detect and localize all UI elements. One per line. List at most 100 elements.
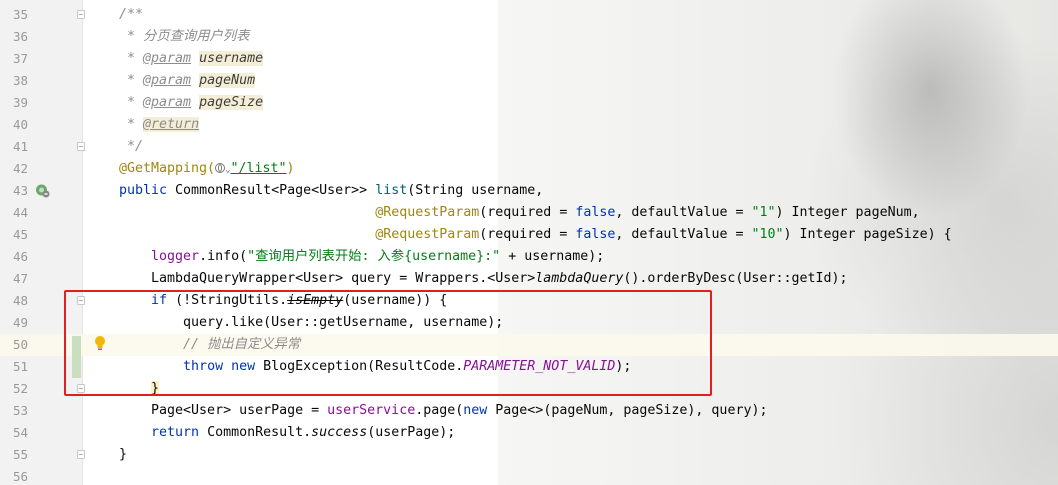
code-token: (required = <box>479 205 576 220</box>
line-number: 40 <box>12 117 28 132</box>
code-token: /** <box>119 7 144 22</box>
code-token: CommonResult. <box>207 425 312 440</box>
code-token: Page<>(pageNum, pageSize), query); <box>495 403 768 418</box>
code-line[interactable]: 42 @GetMapping(⌄"/list") <box>0 158 1058 180</box>
code-text[interactable]: * @return <box>119 114 200 136</box>
code-token: * <box>119 51 144 66</box>
line-number: 46 <box>12 249 28 264</box>
code-line[interactable]: 35 /** <box>0 4 1058 26</box>
code-text[interactable]: public CommonResult<Page<User>> list(Str… <box>119 180 543 202</box>
fold-toggle-icon[interactable] <box>77 10 85 19</box>
line-number: 35 <box>12 7 28 22</box>
code-text[interactable]: * @param username <box>119 48 264 70</box>
code-token: (String username, <box>407 183 544 198</box>
line-number: 55 <box>12 447 28 462</box>
line-number: 52 <box>12 381 28 396</box>
code-text[interactable]: * @param pageSize <box>119 92 264 114</box>
code-text[interactable]: */ <box>119 136 143 158</box>
code-text[interactable]: @GetMapping(⌄"/list") <box>119 158 295 181</box>
code-token: */ <box>119 139 144 154</box>
line-number: 48 <box>12 293 28 308</box>
code-token: LambdaQueryWrapper<User> query = Wrapper… <box>119 271 536 286</box>
globe-icon[interactable] <box>215 163 226 173</box>
code-token: , defaultValue = <box>615 205 752 220</box>
code-text[interactable]: LambdaQueryWrapper<User> query = Wrapper… <box>119 268 848 290</box>
code-token: ) Integer pageSize) { <box>783 227 952 242</box>
code-line[interactable]: 54 return CommonResult.success(userPage)… <box>0 422 1058 444</box>
line-number: 51 <box>12 359 28 374</box>
code-text[interactable]: Page<User> userPage = userService.page(n… <box>119 400 767 422</box>
fold-toggle-icon[interactable] <box>77 450 85 459</box>
code-text[interactable]: @RequestParam(required = false, defaultV… <box>119 202 920 224</box>
code-line[interactable]: 43 public CommonResult<Page<User>> list(S… <box>0 180 1058 202</box>
code-token: pageNum <box>199 73 256 88</box>
code-line[interactable]: 37 * @param username <box>0 48 1058 70</box>
code-token: ) <box>286 161 295 176</box>
code-token: @param <box>143 51 192 66</box>
code-token: username <box>199 51 264 66</box>
code-text[interactable]: * @param pageNum <box>119 70 256 92</box>
code-line[interactable]: 47 LambdaQueryWrapper<User> query = Wrap… <box>0 268 1058 290</box>
line-number: 50 <box>12 337 28 352</box>
line-number: 39 <box>12 95 28 110</box>
code-token: @param <box>143 95 192 110</box>
line-number: 41 <box>12 139 28 154</box>
line-number: 44 <box>12 205 28 220</box>
code-token: @RequestParam <box>375 227 480 242</box>
code-text[interactable]: } <box>119 444 127 466</box>
code-token: @RequestParam <box>375 205 480 220</box>
code-token: ().orderByDesc(User::getId); <box>623 271 848 286</box>
code-line[interactable]: 38 * @param pageNum <box>0 70 1058 92</box>
code-token: * <box>119 73 144 88</box>
code-text[interactable]: return CommonResult.success(userPage); <box>119 422 455 444</box>
code-token: "/list" <box>230 161 287 176</box>
code-line[interactable]: 44 @RequestParam(required = false, defau… <box>0 202 1058 224</box>
code-line[interactable]: 41 */ <box>0 136 1058 158</box>
code-token: CommonResult<Page<User>> <box>175 183 376 198</box>
code-line[interactable]: 40 * @return <box>0 114 1058 136</box>
code-token: @param <box>143 73 192 88</box>
code-text[interactable]: @RequestParam(required = false, defaultV… <box>119 224 952 246</box>
code-editor[interactable]: 35/** 36 * 分页查询用户列表 37 * @param username 38… <box>0 0 1058 485</box>
line-number: 53 <box>12 403 28 418</box>
code-token: userService <box>327 403 416 418</box>
line-number: 56 <box>12 469 28 484</box>
code-line[interactable]: 36 * 分页查询用户列表 <box>0 26 1058 48</box>
code-token: , defaultValue = <box>615 227 752 242</box>
code-token: * <box>119 95 144 110</box>
code-line[interactable]: 39 * @param pageSize <box>0 92 1058 114</box>
code-token: ) Integer pageNum, <box>775 205 920 220</box>
code-line[interactable]: 55} <box>0 444 1058 466</box>
code-text[interactable]: * 分页查询用户列表 <box>119 26 249 48</box>
line-number: 38 <box>12 73 28 88</box>
code-text[interactable]: /** <box>119 4 143 26</box>
code-token: } <box>119 447 128 462</box>
code-line[interactable]: 46 logger.info("查询用户列表开始: 入参{username}:"… <box>0 246 1058 268</box>
code-text[interactable]: logger.info("查询用户列表开始: 入参{username}:" + … <box>119 246 604 268</box>
fold-toggle-icon[interactable] <box>77 142 85 151</box>
code-token: (required = <box>479 227 576 242</box>
code-line[interactable]: 45 @RequestParam(required = false, defau… <box>0 224 1058 246</box>
code-token: * 分页查询用户列表 <box>119 29 250 44</box>
code-token: .page( <box>415 403 464 418</box>
code-token: "查询用户列表开始: 入参{username}:" <box>247 249 501 264</box>
line-number: 54 <box>12 425 28 440</box>
code-token: * <box>119 117 144 132</box>
code-token: false <box>575 227 616 242</box>
code-token: @return <box>143 117 200 132</box>
code-token: list <box>375 183 408 198</box>
code-token: lambdaQuery <box>535 271 624 286</box>
code-token: "1" <box>751 205 776 220</box>
web-endpoint-run-icon[interactable] <box>35 183 50 198</box>
code-token: Page<User> userPage = <box>119 403 328 418</box>
code-token: logger <box>151 249 200 264</box>
code-line[interactable]: 56 <box>0 466 1058 485</box>
code-line[interactable]: 53 Page<User> userPage = userService.pag… <box>0 400 1058 422</box>
code-token: return <box>151 425 208 440</box>
code-token: @GetMapping( <box>119 161 216 176</box>
